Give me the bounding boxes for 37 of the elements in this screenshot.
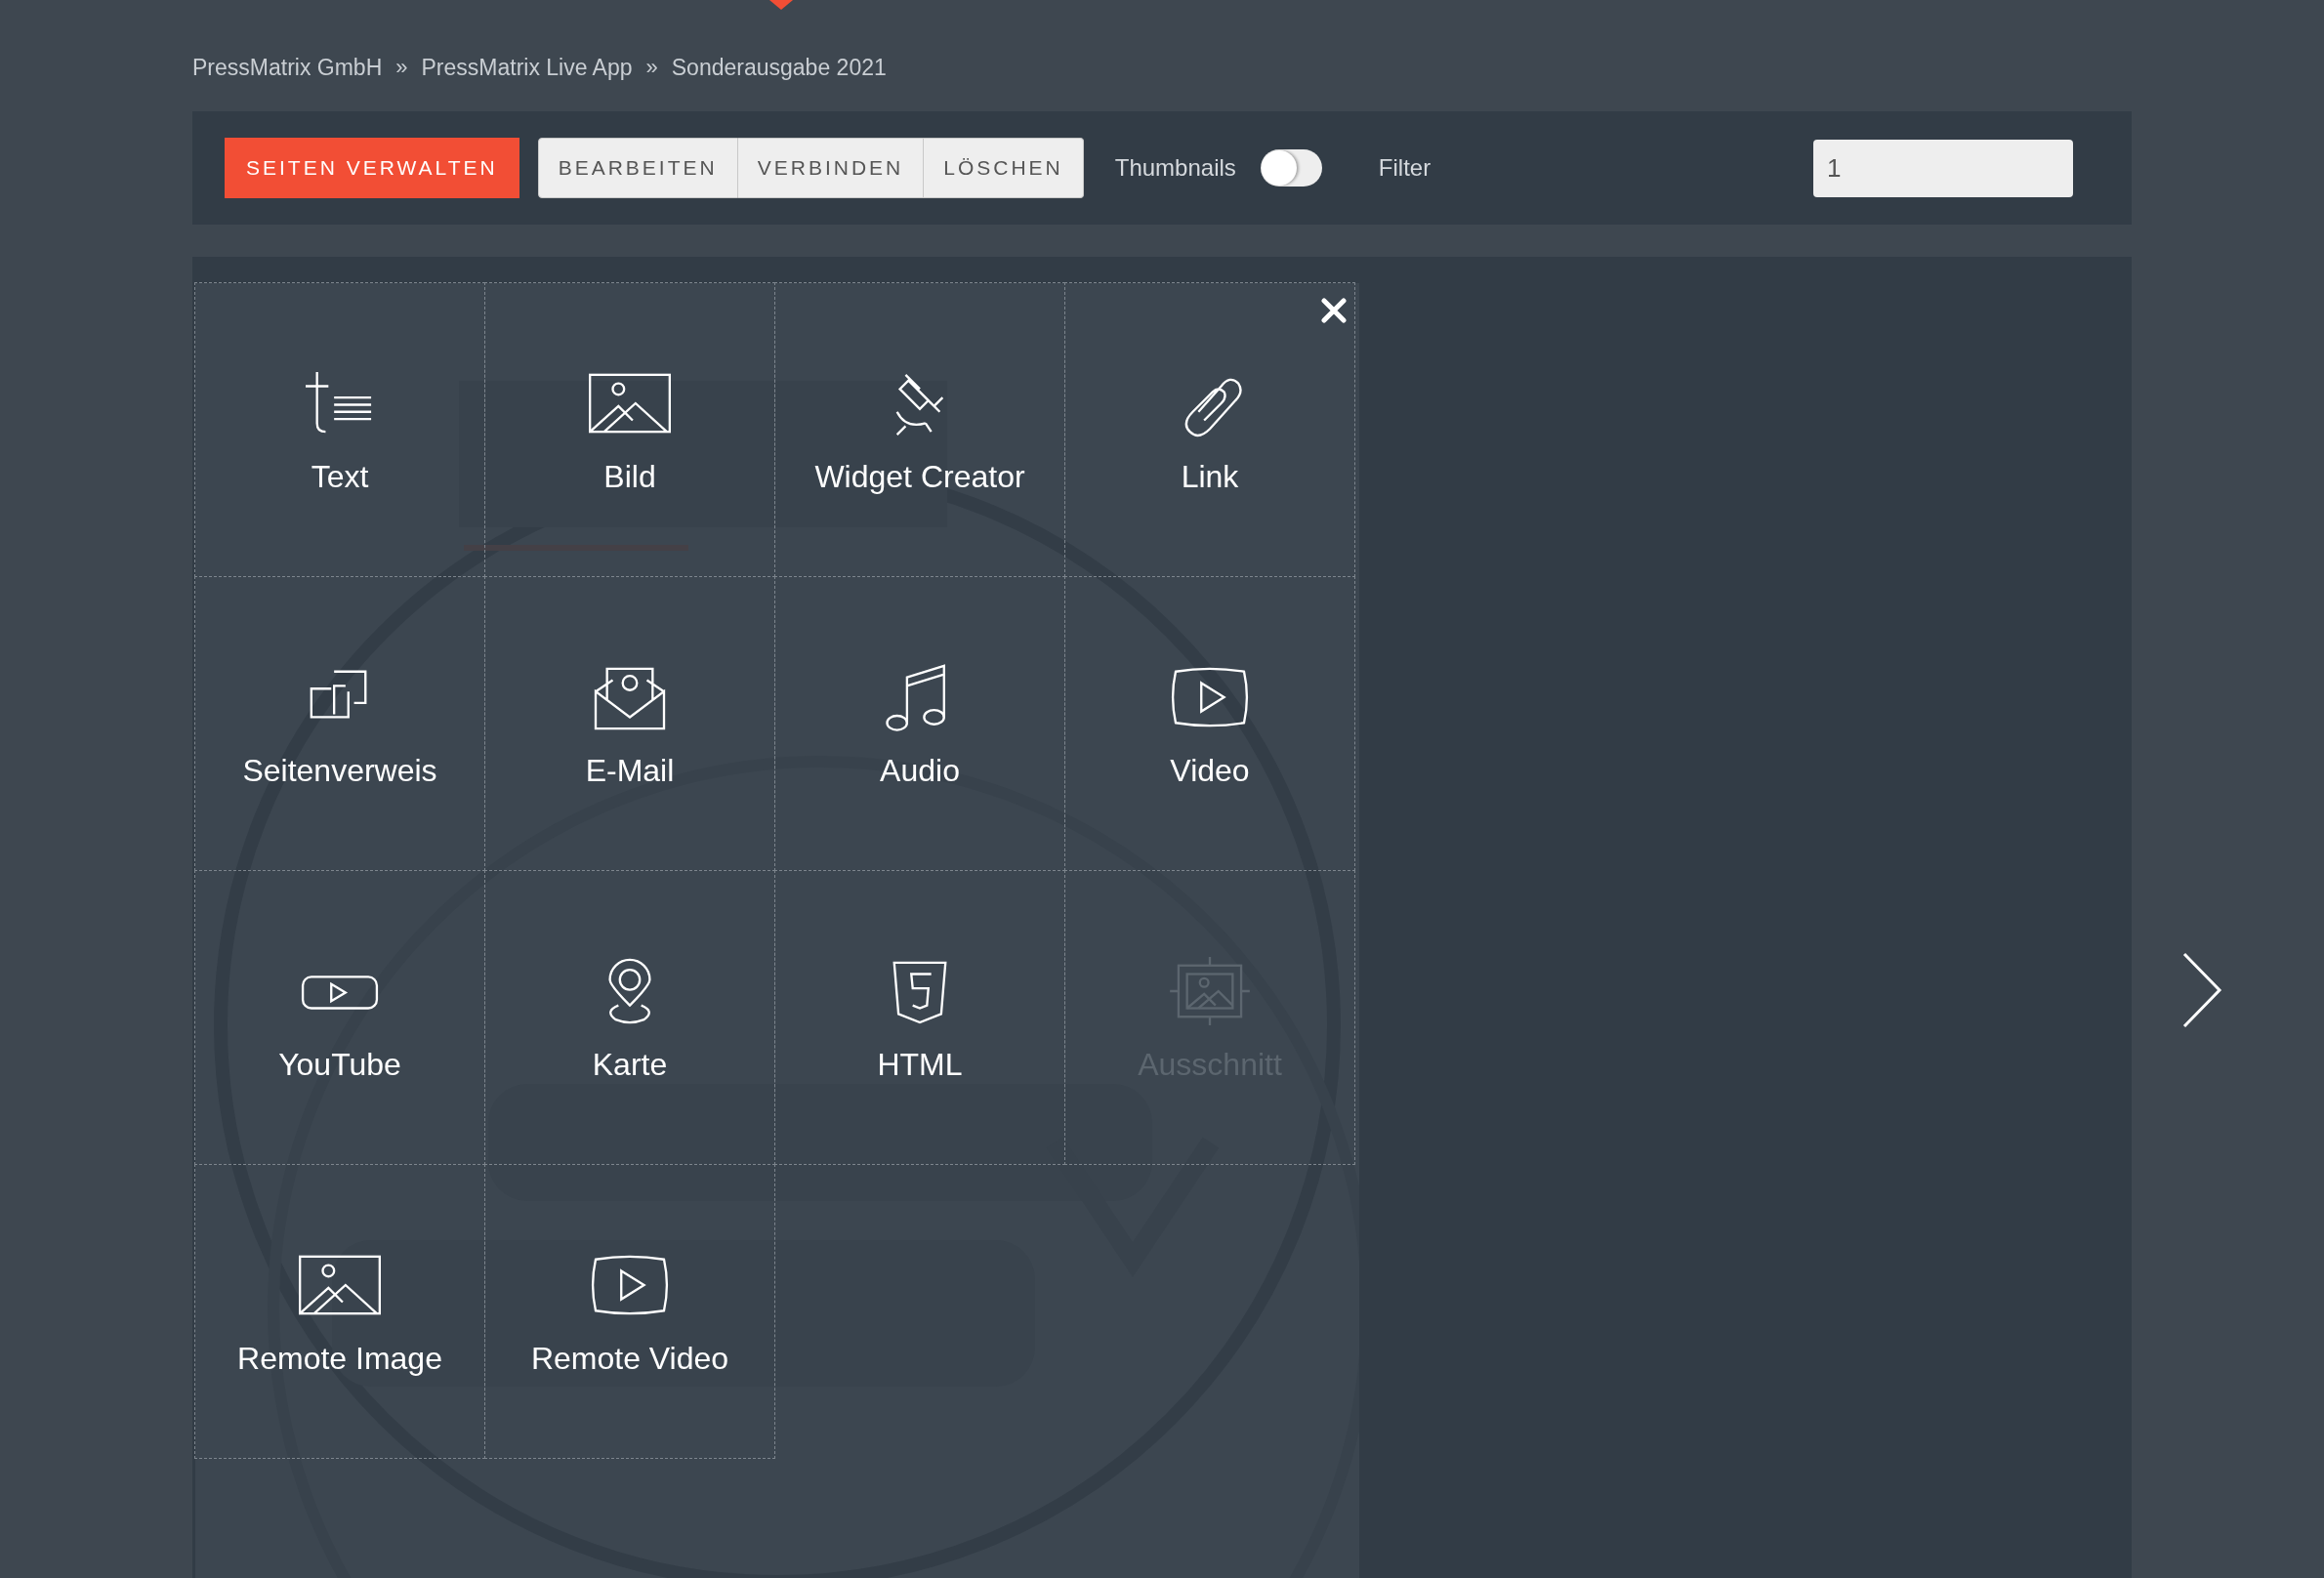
- filter-label: Filter: [1378, 153, 1432, 183]
- widget-label: Text: [311, 458, 369, 496]
- widget-label: Video: [1170, 752, 1250, 790]
- widget-tile[interactable]: Link: [1064, 282, 1355, 577]
- widget-label: Audio: [880, 752, 960, 790]
- toolbar-button[interactable]: VERBINDEN: [737, 138, 925, 198]
- pointer-icon: [769, 0, 793, 10]
- widget-label: Bild: [603, 458, 656, 496]
- widget-tile[interactable]: Video: [1064, 576, 1355, 871]
- thumbnails-label: Thumbnails: [1114, 153, 1236, 183]
- manage-pages-button[interactable]: SEITEN VERWALTEN: [225, 138, 519, 198]
- widget-label: Seitenverweis: [242, 752, 437, 790]
- breadcrumb-link[interactable]: Sonderausgabe 2021: [671, 51, 887, 85]
- widget-tile[interactable]: Text: [194, 282, 485, 577]
- widget-label: HTML: [877, 1046, 963, 1084]
- widget-tile[interactable]: Seitenverweis: [194, 576, 485, 871]
- breadcrumb-separator: »: [395, 54, 408, 81]
- widget-tile[interactable]: Remote Video: [484, 1164, 775, 1459]
- widget-label: Widget Creator: [814, 458, 1025, 496]
- breadcrumb-separator: »: [645, 54, 658, 81]
- widget-label: YouTube: [278, 1046, 401, 1084]
- widget-label: Link: [1181, 458, 1239, 496]
- widget-tile[interactable]: Remote Image: [194, 1164, 485, 1459]
- breadcrumb-link[interactable]: PressMatrix GmbH: [192, 51, 383, 85]
- thumbnails-toggle[interactable]: [1260, 149, 1322, 187]
- widget-tile[interactable]: YouTube: [194, 870, 485, 1165]
- close-icon[interactable]: [1321, 298, 1347, 323]
- widget-label: Remote Video: [530, 1340, 729, 1378]
- filter-field[interactable]: 1: [1813, 139, 2073, 197]
- widget-label: Remote Image: [237, 1340, 442, 1378]
- widget-label: E-Mail: [585, 752, 675, 790]
- breadcrumb-link[interactable]: PressMatrix Live App: [421, 51, 633, 85]
- crop-image-icon: [1167, 957, 1253, 1025]
- toolbar-button[interactable]: LÖSCHEN: [924, 138, 1084, 198]
- next-page-icon[interactable]: [2181, 951, 2222, 1029]
- widget-label: Karte: [592, 1046, 668, 1084]
- toolbar-button[interactable]: BEARBEITEN: [537, 138, 738, 198]
